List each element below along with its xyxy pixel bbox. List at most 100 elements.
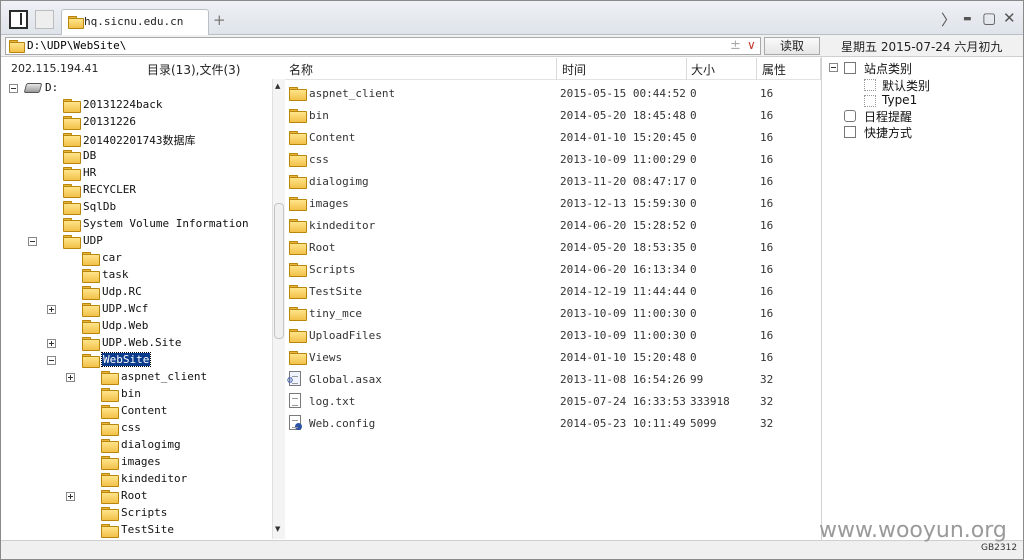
tree-scrollbar[interactable]: ▲ ▼	[272, 79, 285, 539]
tree-item[interactable]: 20131226	[1, 114, 271, 131]
forward-icon[interactable]: 〉	[941, 9, 956, 30]
collapse-icon[interactable]	[28, 237, 37, 246]
folder-icon	[63, 99, 81, 113]
folder-icon	[289, 153, 307, 167]
close-button[interactable]: ✕	[1003, 9, 1016, 27]
file-row[interactable]: TestSite 2014-12-19 11:44:44 0 16	[285, 280, 821, 302]
tree-item[interactable]: Udp.Web	[1, 318, 271, 335]
file-time: 2013-11-20 08:47:17	[560, 175, 686, 188]
tree-item[interactable]: HR	[1, 165, 271, 182]
tree-item[interactable]: DB	[1, 148, 271, 165]
site-panel-item[interactable]: 快捷方式	[822, 124, 1022, 140]
file-name: Views	[309, 351, 343, 364]
column-header-size[interactable]: 大小	[691, 61, 715, 78]
site-panel-item[interactable]: 日程提醒	[822, 108, 1022, 124]
chevron-down-icon[interactable]: ∨	[747, 38, 756, 52]
site-panel-item[interactable]: Type1	[822, 93, 1022, 109]
tree-item[interactable]: aspnet_client	[1, 369, 271, 386]
column-divider[interactable]	[556, 58, 557, 80]
file-row[interactable]: Root 2014-05-20 18:53:35 0 16	[285, 236, 821, 258]
tree-item[interactable]: Content	[1, 403, 271, 420]
tree-item[interactable]: kindeditor	[1, 471, 271, 488]
file-row[interactable]: aspnet_client 2015-05-15 00:44:52 0 16	[285, 82, 821, 104]
file-attr: 16	[760, 175, 774, 188]
tree-item-label: images	[121, 455, 161, 468]
tree-item[interactable]: bin	[1, 386, 271, 403]
folder-icon	[289, 87, 307, 101]
file-size: 0	[690, 197, 697, 210]
maximize-button[interactable]: ▢	[982, 9, 996, 27]
column-divider[interactable]	[686, 58, 687, 80]
file-attr: 16	[760, 153, 774, 166]
file-attr: 16	[760, 131, 774, 144]
tree-item[interactable]: RECYCLER	[1, 182, 271, 199]
expand-icon[interactable]	[47, 305, 56, 314]
file-row[interactable]: dialogimg 2013-11-20 08:47:17 0 16	[285, 170, 821, 192]
file-row[interactable]: Web.config 2014-05-23 10:11:49 5099 32	[285, 412, 821, 434]
add-tab-button[interactable]: +	[213, 11, 226, 29]
tree-item[interactable]: SqlDb	[1, 199, 271, 216]
file-attr: 16	[760, 307, 774, 320]
column-header-name[interactable]: 名称	[289, 61, 313, 78]
read-button[interactable]: 读取	[764, 37, 820, 55]
column-divider[interactable]	[756, 58, 757, 80]
encoding-indicator[interactable]: GB2312	[981, 543, 1017, 553]
folder-icon	[101, 524, 119, 538]
file-attr: 16	[760, 197, 774, 210]
folder-icon	[63, 116, 81, 130]
tab-site[interactable]: hq.sicnu.edu.cn	[61, 9, 209, 35]
file-row[interactable]: bin 2014-05-20 18:45:48 0 16	[285, 104, 821, 126]
tree-item[interactable]: car	[1, 250, 271, 267]
file-attr: 16	[760, 329, 774, 342]
scroll-up-icon[interactable]: ▲	[275, 82, 280, 90]
file-row[interactable]: Views 2014-01-10 15:20:48 0 16	[285, 346, 821, 368]
tree-item[interactable]: D:	[1, 80, 271, 97]
path-input[interactable]	[27, 39, 717, 52]
file-time: 2015-05-15 00:44:52	[560, 87, 686, 100]
minimize-button[interactable]: ▬	[963, 14, 972, 24]
tree-item[interactable]: TestSite	[1, 522, 271, 539]
file-row[interactable]: css 2013-10-09 11:00:29 0 16	[285, 148, 821, 170]
file-time: 2013-10-09 11:00:30	[560, 329, 686, 342]
file-row[interactable]: UploadFiles 2013-10-09 11:00:30 0 16	[285, 324, 821, 346]
path-field[interactable]: ± ∨	[5, 37, 761, 55]
collapse-icon[interactable]	[47, 356, 56, 365]
tree-item[interactable]: dialogimg	[1, 437, 271, 454]
file-row[interactable]: Global.asax 2013-11-08 16:54:26 99 32	[285, 368, 821, 390]
scroll-down-icon[interactable]: ▼	[275, 525, 280, 533]
tree-item[interactable]: 20131224back	[1, 97, 271, 114]
tree-item[interactable]: UDP.Web.Site	[1, 335, 271, 352]
expand-icon[interactable]	[66, 373, 75, 382]
collapse-icon[interactable]	[9, 84, 18, 93]
tree-item[interactable]: task	[1, 267, 271, 284]
tree-item[interactable]: 201402201743数据库	[1, 131, 271, 148]
expand-icon[interactable]	[66, 492, 75, 501]
column-header-attr[interactable]: 属性	[762, 61, 786, 78]
file-name: Content	[309, 131, 356, 144]
file-time: 2014-05-20 18:45:48	[560, 109, 686, 122]
expand-icon[interactable]	[47, 339, 56, 348]
file-row[interactable]: images 2013-12-13 15:59:30 0 16	[285, 192, 821, 214]
new-window-icon[interactable]	[35, 10, 54, 29]
file-row[interactable]: kindeditor 2014-06-20 15:28:52 0 16	[285, 214, 821, 236]
tree-item[interactable]: Scripts	[1, 505, 271, 522]
file-row[interactable]: Scripts 2014-06-20 16:13:34 0 16	[285, 258, 821, 280]
file-row[interactable]: Content 2014-01-10 15:20:45 0 16	[285, 126, 821, 148]
tree-item[interactable]: css	[1, 420, 271, 437]
tree-item[interactable]: UDP.Wcf	[1, 301, 271, 318]
tree-item[interactable]: Udp.RC	[1, 284, 271, 301]
tree-item[interactable]: WebSite	[1, 352, 271, 369]
column-header-time[interactable]: 时间	[562, 61, 586, 78]
tree-item[interactable]: Root	[1, 488, 271, 505]
collapse-icon[interactable]	[829, 63, 838, 72]
scroll-thumb[interactable]	[274, 203, 284, 339]
plus-minus-icon[interactable]: ±	[730, 38, 741, 53]
tree-item[interactable]: UDP	[1, 233, 271, 250]
file-row[interactable]: tiny_mce 2013-10-09 11:00:30 0 16	[285, 302, 821, 324]
file-row[interactable]: log.txt 2015-07-24 16:33:53 333918 32	[285, 390, 821, 412]
site-panel-item[interactable]: 默认类别	[822, 77, 1022, 93]
tree-item[interactable]: images	[1, 454, 271, 471]
tree-item[interactable]: System Volume Information	[1, 216, 271, 233]
site-panel-item[interactable]: 站点类别	[822, 60, 1022, 76]
sidebar-toggle-icon[interactable]	[9, 10, 28, 29]
